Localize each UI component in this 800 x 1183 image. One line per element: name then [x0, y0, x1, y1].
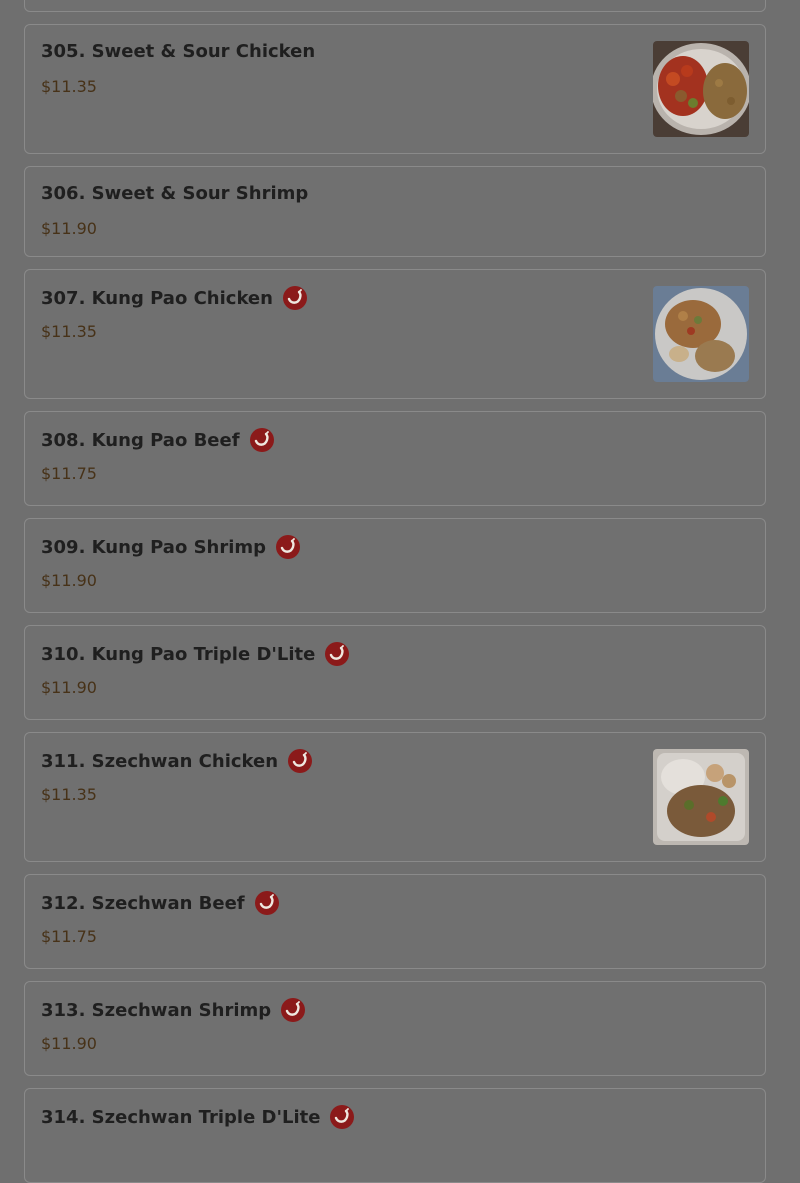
menu-item-price: $11.75	[41, 464, 97, 483]
menu-item-card-313[interactable]: 313. Szechwan Shrimp $11.90	[24, 981, 766, 1076]
menu-item-price: $11.90	[41, 219, 97, 238]
menu-item-name: 312. Szechwan Beef	[41, 891, 279, 915]
menu-item-card-307[interactable]: 307. Kung Pao Chicken $11.35	[24, 269, 766, 399]
menu-item-name: 305. Sweet & Sour Chicken	[41, 41, 316, 62]
menu-item-price: $11.75	[41, 927, 97, 946]
menu-item-card-310[interactable]: 310. Kung Pao Triple D'Lite $11.90	[24, 625, 766, 720]
szechwan-chicken-photo	[653, 749, 749, 845]
sweet-sour-chicken-photo	[653, 41, 749, 137]
menu-item-name: 308. Kung Pao Beef	[41, 428, 274, 452]
chili-pepper-icon	[249, 428, 274, 452]
chili-pepper-icon	[325, 642, 350, 666]
menu-item-name: 306. Sweet & Sour Shrimp	[41, 183, 309, 204]
menu-item-price: $11.35	[41, 322, 97, 341]
menu-item-name: 313. Szechwan Shrimp	[41, 998, 306, 1022]
chili-pepper-icon	[288, 749, 313, 773]
chili-pepper-icon	[330, 1105, 355, 1129]
kung-pao-chicken-photo	[653, 286, 749, 382]
menu-item-name: 307. Kung Pao Chicken	[41, 286, 307, 310]
menu-item-name: 314. Szechwan Triple D'Lite	[41, 1105, 355, 1129]
menu-item-card-312[interactable]: 312. Szechwan Beef $11.75	[24, 874, 766, 969]
menu-item-price: $11.35	[41, 785, 97, 804]
chili-pepper-icon	[276, 535, 301, 559]
menu-item-card-308[interactable]: 308. Kung Pao Beef $11.75	[24, 411, 766, 506]
menu-item-name: 311. Szechwan Chicken	[41, 749, 313, 773]
menu-item-card-309[interactable]: 309. Kung Pao Shrimp $11.90	[24, 518, 766, 613]
menu-item-card-306[interactable]: 306. Sweet & Sour Shrimp $11.90	[24, 166, 766, 257]
menu-item-price: $11.35	[41, 77, 97, 96]
menu-item-card-305[interactable]: 305. Sweet & Sour Chicken $11.35	[24, 24, 766, 154]
chili-pepper-icon	[282, 286, 307, 310]
chili-pepper-icon	[254, 891, 279, 915]
menu-item-name: 310. Kung Pao Triple D'Lite	[41, 642, 350, 666]
menu-item-price: $11.90	[41, 571, 97, 590]
menu-item-name: 309. Kung Pao Shrimp	[41, 535, 301, 559]
menu-item-price: $11.90	[41, 1034, 97, 1053]
menu-item-card-304[interactable]	[24, 0, 766, 12]
chili-pepper-icon	[281, 998, 306, 1022]
menu-item-price: $11.90	[41, 678, 97, 697]
menu-item-card-314[interactable]: 314. Szechwan Triple D'Lite	[24, 1088, 766, 1183]
menu-item-card-311[interactable]: 311. Szechwan Chicken $11.35	[24, 732, 766, 862]
